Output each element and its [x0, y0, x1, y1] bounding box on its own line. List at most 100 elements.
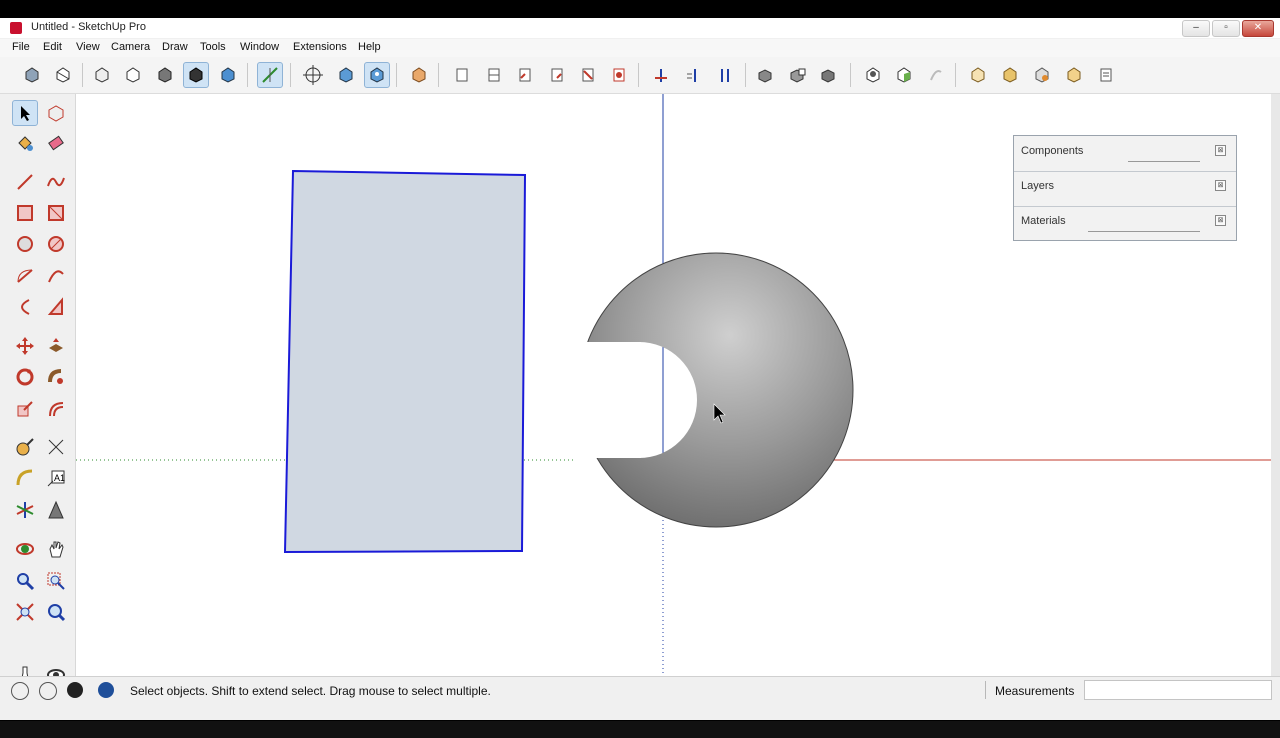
credits-icon[interactable] [39, 682, 57, 700]
paint-bucket-icon[interactable] [12, 130, 38, 156]
close-icon[interactable]: ⊠ [1215, 215, 1226, 226]
back-view-icon[interactable] [481, 62, 507, 88]
three-point-arc-icon[interactable] [12, 294, 38, 320]
zoom-window-icon[interactable] [43, 568, 69, 594]
instructor-help-icon[interactable] [98, 682, 114, 698]
hidden-line-icon[interactable] [183, 62, 209, 88]
shaded-icon[interactable] [215, 62, 241, 88]
left-view-icon[interactable] [512, 62, 538, 88]
axes-icon[interactable] [257, 62, 283, 88]
menu-extensions[interactable]: Extensions [293, 41, 347, 53]
menu-camera[interactable]: Camera [111, 41, 150, 53]
axes-tool-icon[interactable] [12, 497, 38, 523]
move-tool-icon[interactable] [12, 333, 38, 359]
sketchup-logo-icon [10, 22, 22, 34]
share-model-icon[interactable] [923, 62, 949, 88]
default-tray: Components ⊠ Layers ⊠ Materials ⊠ [1013, 135, 1237, 241]
share-component-icon[interactable] [965, 62, 991, 88]
close-button[interactable]: ✕ [1242, 20, 1274, 37]
close-icon[interactable]: ⊠ [1215, 145, 1226, 156]
large-tool-set: A1 [0, 94, 76, 684]
pan-tool-icon[interactable] [43, 536, 69, 562]
model-info-icon[interactable] [1093, 62, 1119, 88]
crescent-shape[interactable] [578, 252, 854, 528]
menu-file[interactable]: File [12, 41, 30, 53]
zoom-extents-icon[interactable] [12, 599, 38, 625]
tray-panel-label: Materials [1021, 215, 1066, 227]
two-point-arc-icon[interactable] [43, 263, 69, 289]
3d-text-icon[interactable] [43, 497, 69, 523]
viewport-scrollbar[interactable] [1271, 94, 1280, 676]
select-tool-icon[interactable] [12, 100, 38, 126]
section-cut-icon[interactable] [648, 62, 674, 88]
menu-view[interactable]: View [76, 41, 100, 53]
menu-window[interactable]: Window [240, 41, 279, 53]
previous-view-icon[interactable] [43, 599, 69, 625]
eraser-icon[interactable] [43, 130, 69, 156]
zoom-tool-icon[interactable] [12, 568, 38, 594]
tray-panel-components[interactable]: Components ⊠ [1014, 136, 1236, 172]
os-taskbar [0, 721, 1280, 738]
rotate-tool-icon[interactable] [12, 364, 38, 390]
outer-shell-icon[interactable] [680, 62, 706, 88]
sandbox-from-contours-icon[interactable] [1061, 62, 1087, 88]
selected-rectangle-face[interactable] [283, 169, 527, 554]
right-view-icon[interactable] [449, 62, 475, 88]
svg-text:A1: A1 [54, 473, 65, 483]
warehouse-icon[interactable] [891, 62, 917, 88]
tray-panel-label: Layers [1021, 180, 1055, 192]
layout-icon[interactable] [1029, 62, 1055, 88]
intersect-icon[interactable] [712, 62, 738, 88]
section-plane-icon[interactable] [575, 62, 601, 88]
menu-help[interactable]: Help [358, 41, 381, 53]
close-icon[interactable]: ⊠ [1215, 180, 1226, 191]
measurements-input[interactable] [1084, 680, 1272, 700]
bottom-view-icon[interactable] [544, 62, 570, 88]
geo-location-icon[interactable] [11, 682, 29, 700]
make-component-icon[interactable] [43, 100, 69, 126]
sketchup-window: Untitled - SketchUp Pro – ▫ ✕ File Edit … [0, 18, 1280, 738]
subtract-icon[interactable] [786, 62, 812, 88]
rectangle-tool-icon[interactable] [12, 200, 38, 226]
follow-me-icon[interactable] [43, 364, 69, 390]
getting-started-icon[interactable] [19, 62, 45, 88]
pie-tool-icon[interactable] [43, 294, 69, 320]
tray-panel-layers[interactable]: Layers ⊠ [1014, 171, 1236, 207]
text-tool-icon[interactable]: A1 [43, 465, 69, 491]
tape-measure-icon[interactable] [12, 434, 38, 460]
trim-icon[interactable] [817, 62, 843, 88]
freehand-tool-icon[interactable] [43, 169, 69, 195]
back-edges-icon[interactable] [120, 62, 146, 88]
menu-tools[interactable]: Tools [200, 41, 226, 53]
offset-tool-icon[interactable] [43, 396, 69, 422]
top-view-icon[interactable] [364, 62, 390, 88]
wireframe-icon[interactable] [152, 62, 178, 88]
circle-tool-icon[interactable] [12, 231, 38, 257]
line-tool-icon[interactable] [12, 169, 38, 195]
union-icon[interactable] [754, 62, 780, 88]
xray-icon[interactable] [89, 62, 115, 88]
menu-bar: File Edit View Camera Draw Tools Window … [0, 39, 1280, 57]
maximize-button[interactable]: ▫ [1212, 20, 1240, 37]
arc-tool-icon[interactable] [12, 263, 38, 289]
protractor-icon[interactable] [12, 465, 38, 491]
menu-edit[interactable]: Edit [43, 41, 62, 53]
menu-draw[interactable]: Draw [162, 41, 188, 53]
front-view-icon[interactable] [406, 62, 432, 88]
push-pull-icon[interactable] [43, 333, 69, 359]
polygon-tool-icon[interactable] [43, 231, 69, 257]
scale-tool-icon[interactable] [12, 396, 38, 422]
extension-warehouse-icon[interactable] [997, 62, 1023, 88]
dimension-tool-icon[interactable] [43, 434, 69, 460]
sign-in-avatar-icon[interactable] [67, 682, 83, 698]
minimize-button[interactable]: – [1182, 20, 1210, 37]
iso-view-icon[interactable] [333, 62, 359, 88]
tray-panel-materials[interactable]: Materials ⊠ [1014, 206, 1236, 241]
section-display-icon[interactable] [606, 62, 632, 88]
rotated-rectangle-icon[interactable] [43, 200, 69, 226]
status-bar: Select objects. Shift to extend select. … [0, 676, 1280, 703]
sandbox-icon[interactable] [50, 62, 76, 88]
orbit-tool-icon[interactable] [12, 536, 38, 562]
split-icon[interactable] [860, 62, 886, 88]
position-camera-icon[interactable] [300, 62, 326, 88]
